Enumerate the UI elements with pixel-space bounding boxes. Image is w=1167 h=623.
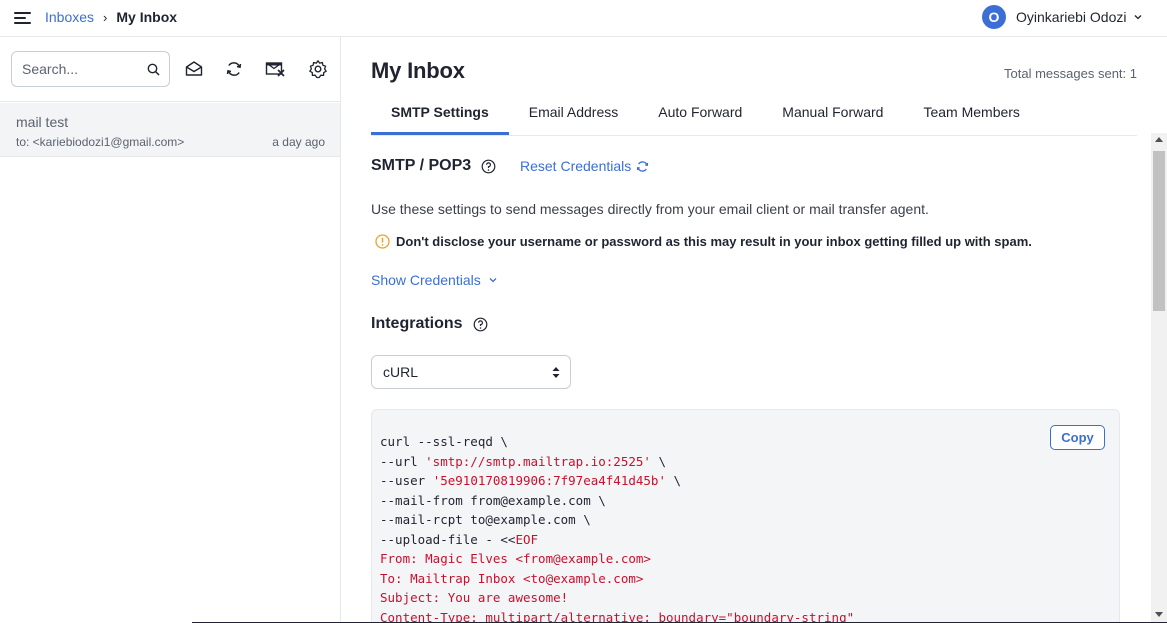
code-str: Subject: You are awesome! (380, 590, 569, 605)
reset-credentials-label: Reset Credentials (520, 158, 632, 174)
show-credentials-label: Show Credentials (371, 272, 481, 288)
breadcrumb-separator: › (103, 9, 108, 25)
avatar: O (982, 5, 1006, 29)
code-str: To: Mailtrap Inbox <to@example.com> (380, 570, 644, 586)
scroll-down-icon[interactable] (1155, 612, 1163, 617)
code-text: curl --ssl-reqd \ (380, 434, 508, 449)
breadcrumb-current: My Inbox (116, 9, 178, 25)
top-bar: Inboxes › My Inbox O Oyinkariebi Odozi (0, 0, 1167, 37)
scroll-up-icon[interactable] (1155, 137, 1163, 142)
page-title: My Inbox (371, 58, 465, 83)
sidebar-toolbar (0, 37, 340, 102)
settings-icon[interactable] (308, 59, 328, 79)
scrollbar[interactable] (1151, 133, 1167, 623)
code-str: From: Magic Elves <from@example.com> (380, 551, 651, 566)
code-tail: \ (650, 453, 666, 469)
code-line: --user '5e910170819906:7f97ea4f41d45b' \ (380, 471, 854, 491)
reset-credentials-link[interactable]: Reset Credentials (520, 158, 649, 174)
code-line: Content-Type: multipart/alternative; bou… (380, 608, 854, 623)
tab-bar: SMTP Settings Email Address Auto Forward… (371, 97, 1040, 135)
code-text: --upload-file - << (380, 531, 516, 547)
inbox-sidebar: mail test to: <kariebiodozi1@gmail.com> … (0, 37, 341, 623)
help-icon[interactable] (473, 317, 488, 332)
breadcrumb: Inboxes › My Inbox (45, 9, 177, 25)
code-str: '5e910170819906:7f97ea4f41d45b' (432, 473, 666, 488)
code-line: Subject: You are awesome! (380, 588, 854, 608)
mail-recipient: to: <kariebiodozi1@gmail.com> (16, 135, 185, 149)
tab-divider (371, 135, 1137, 136)
copy-button[interactable]: Copy (1050, 425, 1105, 450)
breadcrumb-inboxes-link[interactable]: Inboxes (45, 9, 94, 25)
code-tail: \ (665, 473, 682, 488)
code-str: Content-Type: multipart/alternative; bou… (380, 609, 855, 623)
mark-read-icon[interactable] (184, 59, 204, 79)
mail-subject: mail test (16, 114, 69, 130)
integrations-title: Integrations (371, 315, 463, 332)
code-line: --upload-file - <<EOF (380, 530, 854, 550)
clear-inbox-icon[interactable] (265, 59, 285, 79)
search-icon[interactable] (147, 63, 160, 76)
select-arrows-icon (552, 367, 560, 378)
code-sample: curl --ssl-reqd \ --url 'smtp://smtp.mail… (380, 432, 854, 623)
code-line: --url 'smtp://smtp.mailtrap.io:2525' \ (380, 452, 854, 472)
code-line: To: Mailtrap Inbox <to@example.com> (380, 569, 854, 589)
code-sample-box: Copy curl --ssl-reqd \ --url 'smtp://smtp… (371, 409, 1120, 623)
user-name: Oyinkariebi Odozi (1016, 9, 1127, 25)
warning-icon (375, 234, 390, 249)
warning-text: Don't disclose your username or password… (396, 234, 1032, 249)
code-text: --url (380, 453, 426, 469)
smtp-settings-content: SMTP / POP3 Reset Credentials Use these … (371, 145, 1121, 623)
smtp-section-header: SMTP / POP3 (371, 157, 496, 175)
scroll-thumb[interactable] (1153, 151, 1165, 311)
integration-selected-value: cURL (383, 364, 419, 380)
code-line: curl --ssl-reqd \ (380, 432, 854, 452)
refresh-icon (637, 160, 649, 172)
security-warning: Don't disclose your username or password… (375, 234, 1032, 249)
search-input[interactable] (22, 61, 140, 77)
help-icon[interactable] (481, 159, 496, 174)
total-messages-sent: Total messages sent: 1 (1004, 66, 1137, 81)
tab-auto-forward[interactable]: Auto Forward (638, 97, 762, 135)
integration-select[interactable]: cURL (371, 355, 571, 389)
tab-email-address[interactable]: Email Address (509, 97, 638, 135)
code-str: EOF (515, 531, 539, 547)
smtp-title: SMTP / POP3 (371, 157, 472, 174)
mail-timestamp: a day ago (272, 135, 325, 149)
tab-team-members[interactable]: Team Members (903, 97, 1039, 135)
menu-icon[interactable] (14, 11, 31, 25)
tab-smtp-settings[interactable]: SMTP Settings (371, 97, 509, 135)
code-text: --user (380, 473, 433, 488)
show-credentials-toggle[interactable]: Show Credentials (371, 272, 497, 288)
code-line: From: Magic Elves <from@example.com> (380, 549, 854, 569)
chevron-down-icon (1134, 15, 1141, 20)
integrations-header: Integrations (371, 315, 488, 333)
inbox-main-panel: My Inbox Total messages sent: 1 SMTP Set… (341, 37, 1167, 623)
code-text: --mail-rcpt to@example.com \ (380, 512, 591, 527)
code-text: --mail-from from@example.com \ (380, 492, 606, 508)
list-item[interactable]: mail test to: <kariebiodozi1@gmail.com> … (0, 103, 340, 157)
refresh-icon[interactable] (224, 59, 244, 79)
user-menu[interactable]: O Oyinkariebi Odozi (982, 5, 1142, 29)
tab-manual-forward[interactable]: Manual Forward (762, 97, 903, 135)
smtp-description: Use these settings to send messages dire… (371, 201, 929, 217)
search-box[interactable] (11, 51, 170, 87)
code-line: --mail-rcpt to@example.com \ (380, 510, 854, 530)
chevron-down-icon (489, 278, 497, 283)
code-str: 'smtp://smtp.mailtrap.io:2525' (425, 453, 651, 469)
code-line: --mail-from from@example.com \ (380, 491, 854, 511)
